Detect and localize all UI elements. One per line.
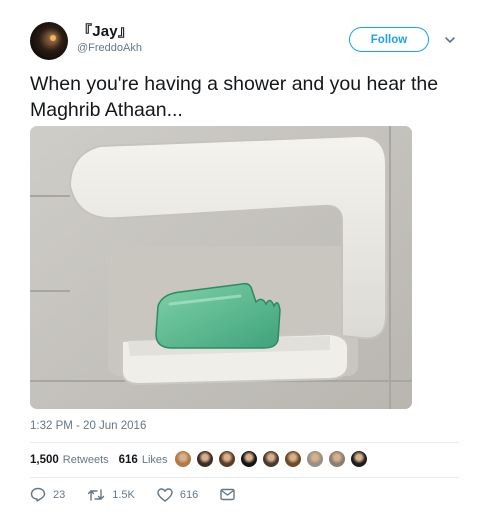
chevron-down-icon[interactable] <box>443 33 457 47</box>
tweet-actions: 23 1.5K 616 <box>30 487 264 502</box>
reply-count: 23 <box>53 488 66 501</box>
liker-avatars <box>174 450 372 468</box>
liker-avatar-7[interactable] <box>306 450 324 468</box>
liker-avatar-8[interactable] <box>328 450 346 468</box>
avatar[interactable] <box>30 22 68 60</box>
liker-avatar-4[interactable] <box>240 450 258 468</box>
liker-avatar-2[interactable] <box>196 450 214 468</box>
retweet-icon <box>88 488 105 501</box>
liker-avatar-3[interactable] <box>218 450 236 468</box>
like-button[interactable]: 616 <box>157 487 199 502</box>
direct-message-button[interactable] <box>220 488 242 501</box>
tweet-text: When you're having a shower and you hear… <box>30 73 439 121</box>
follow-button[interactable]: Follow <box>349 27 429 52</box>
liker-avatar-1[interactable] <box>174 450 192 468</box>
direct-message-icon <box>220 488 235 501</box>
likes-label[interactable]: Likes <box>142 454 168 466</box>
user-name[interactable]: 『Jay』 <box>77 20 133 41</box>
avatar-glow <box>50 35 56 41</box>
likes-count[interactable]: 616 <box>119 454 138 466</box>
user-handle[interactable]: @FreddoAkh <box>77 42 142 54</box>
reply-icon <box>30 487 46 502</box>
divider <box>30 477 460 478</box>
liker-avatar-5[interactable] <box>262 450 280 468</box>
liker-avatar-9[interactable] <box>350 450 368 468</box>
liker-avatar-6[interactable] <box>284 450 302 468</box>
reply-button[interactable]: 23 <box>30 487 65 502</box>
like-count: 616 <box>179 488 199 501</box>
retweets-label[interactable]: Retweets <box>63 454 109 466</box>
tweet-stats: 1,500 Retweets 616 Likes <box>30 454 168 466</box>
retweet-count: 1.5K <box>112 488 135 501</box>
soap-dish-image <box>30 126 412 409</box>
divider <box>30 442 460 443</box>
retweet-button[interactable]: 1.5K <box>87 488 135 502</box>
tweet-photo[interactable] <box>30 126 412 409</box>
retweets-count[interactable]: 1,500 <box>30 454 59 466</box>
tweet-timestamp[interactable]: 1:32 PM - 20 Jun 2016 <box>30 420 146 432</box>
heart-icon <box>157 487 173 502</box>
